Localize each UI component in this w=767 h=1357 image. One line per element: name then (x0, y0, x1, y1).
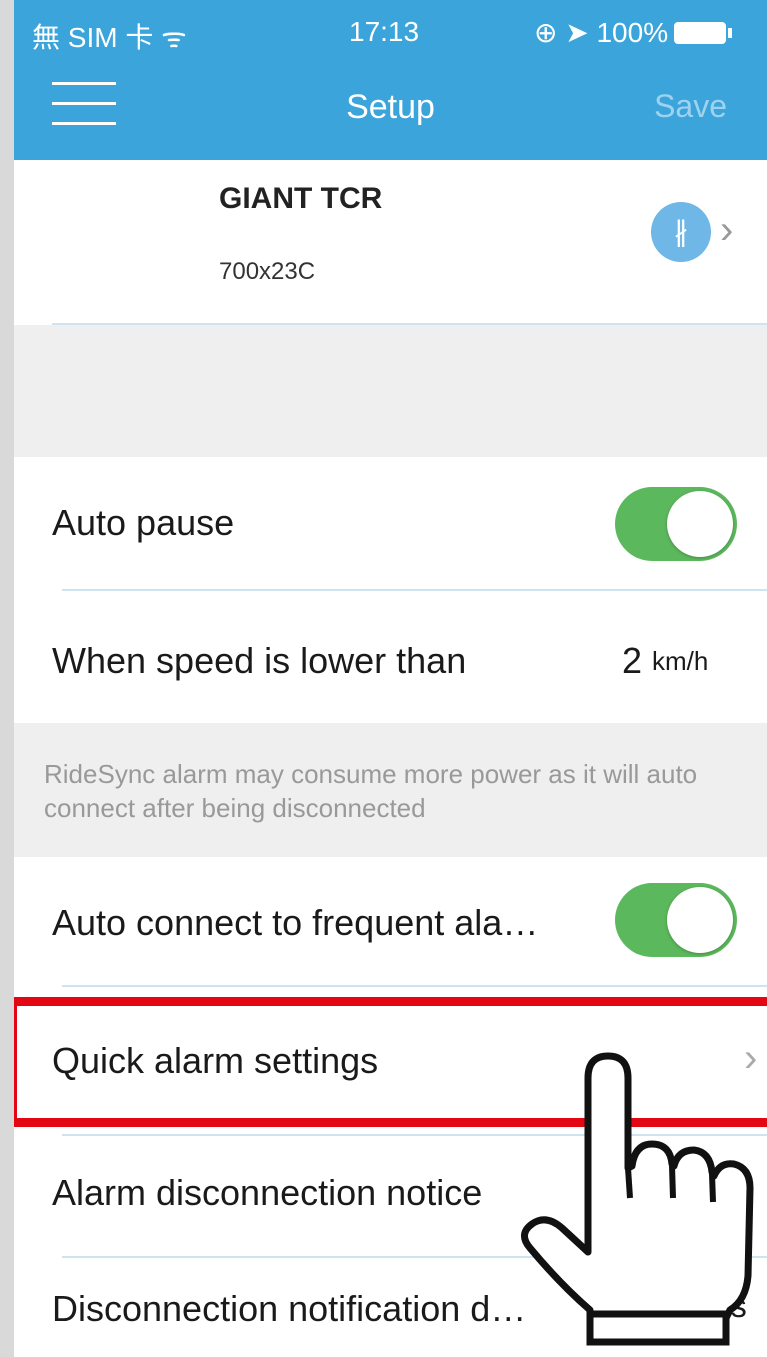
divider (62, 589, 767, 591)
pointing-hand-icon (521, 1052, 754, 1346)
battery-tip (728, 28, 732, 38)
section-gap (14, 325, 767, 457)
speed-threshold-label: When speed is lower than (52, 640, 467, 681)
auto-connect-label: Auto connect to frequent ala… (52, 902, 539, 943)
menu-line (52, 82, 116, 85)
auto-pause-toggle[interactable] (615, 487, 737, 561)
notice-text: RideSync alarm may consume more power as… (44, 759, 698, 823)
top-bar: 無 SIM 卡 ᯤ 17:13 ⊕ ➤ 100% Setup Save (14, 0, 767, 160)
divider (62, 985, 767, 987)
battery-icon (674, 22, 726, 44)
speed-threshold-value[interactable]: 2 (622, 640, 642, 682)
battery-fill (678, 26, 722, 40)
auto-pause-label: Auto pause (52, 502, 235, 543)
alarm-disconnection-label[interactable]: Alarm disconnection notice (52, 1172, 482, 1214)
speed-unit: km/h (652, 646, 709, 676)
bike-tire-size: 700x23C (219, 258, 316, 285)
save-button[interactable]: Save (654, 88, 727, 125)
disconnection-delay-label[interactable]: Disconnection notification d… (52, 1288, 526, 1330)
bike-row[interactable]: GIANT TCR 700x23C ∦ › (14, 160, 767, 324)
status-time: 17:13 (349, 16, 420, 47)
toggle-knob (667, 887, 733, 953)
status-indicators: ⊕ ➤ 100% (534, 17, 669, 48)
bike-name: GIANT TCR (219, 182, 383, 215)
carrier-status: 無 SIM 卡 ᯤ (32, 22, 187, 53)
bluetooth-icon[interactable]: ∦ (651, 202, 711, 262)
chevron-right-icon: › (720, 208, 734, 252)
toggle-knob (667, 491, 733, 557)
auto-connect-toggle[interactable] (615, 883, 737, 957)
notice-box: RideSync alarm may consume more power as… (14, 723, 767, 857)
